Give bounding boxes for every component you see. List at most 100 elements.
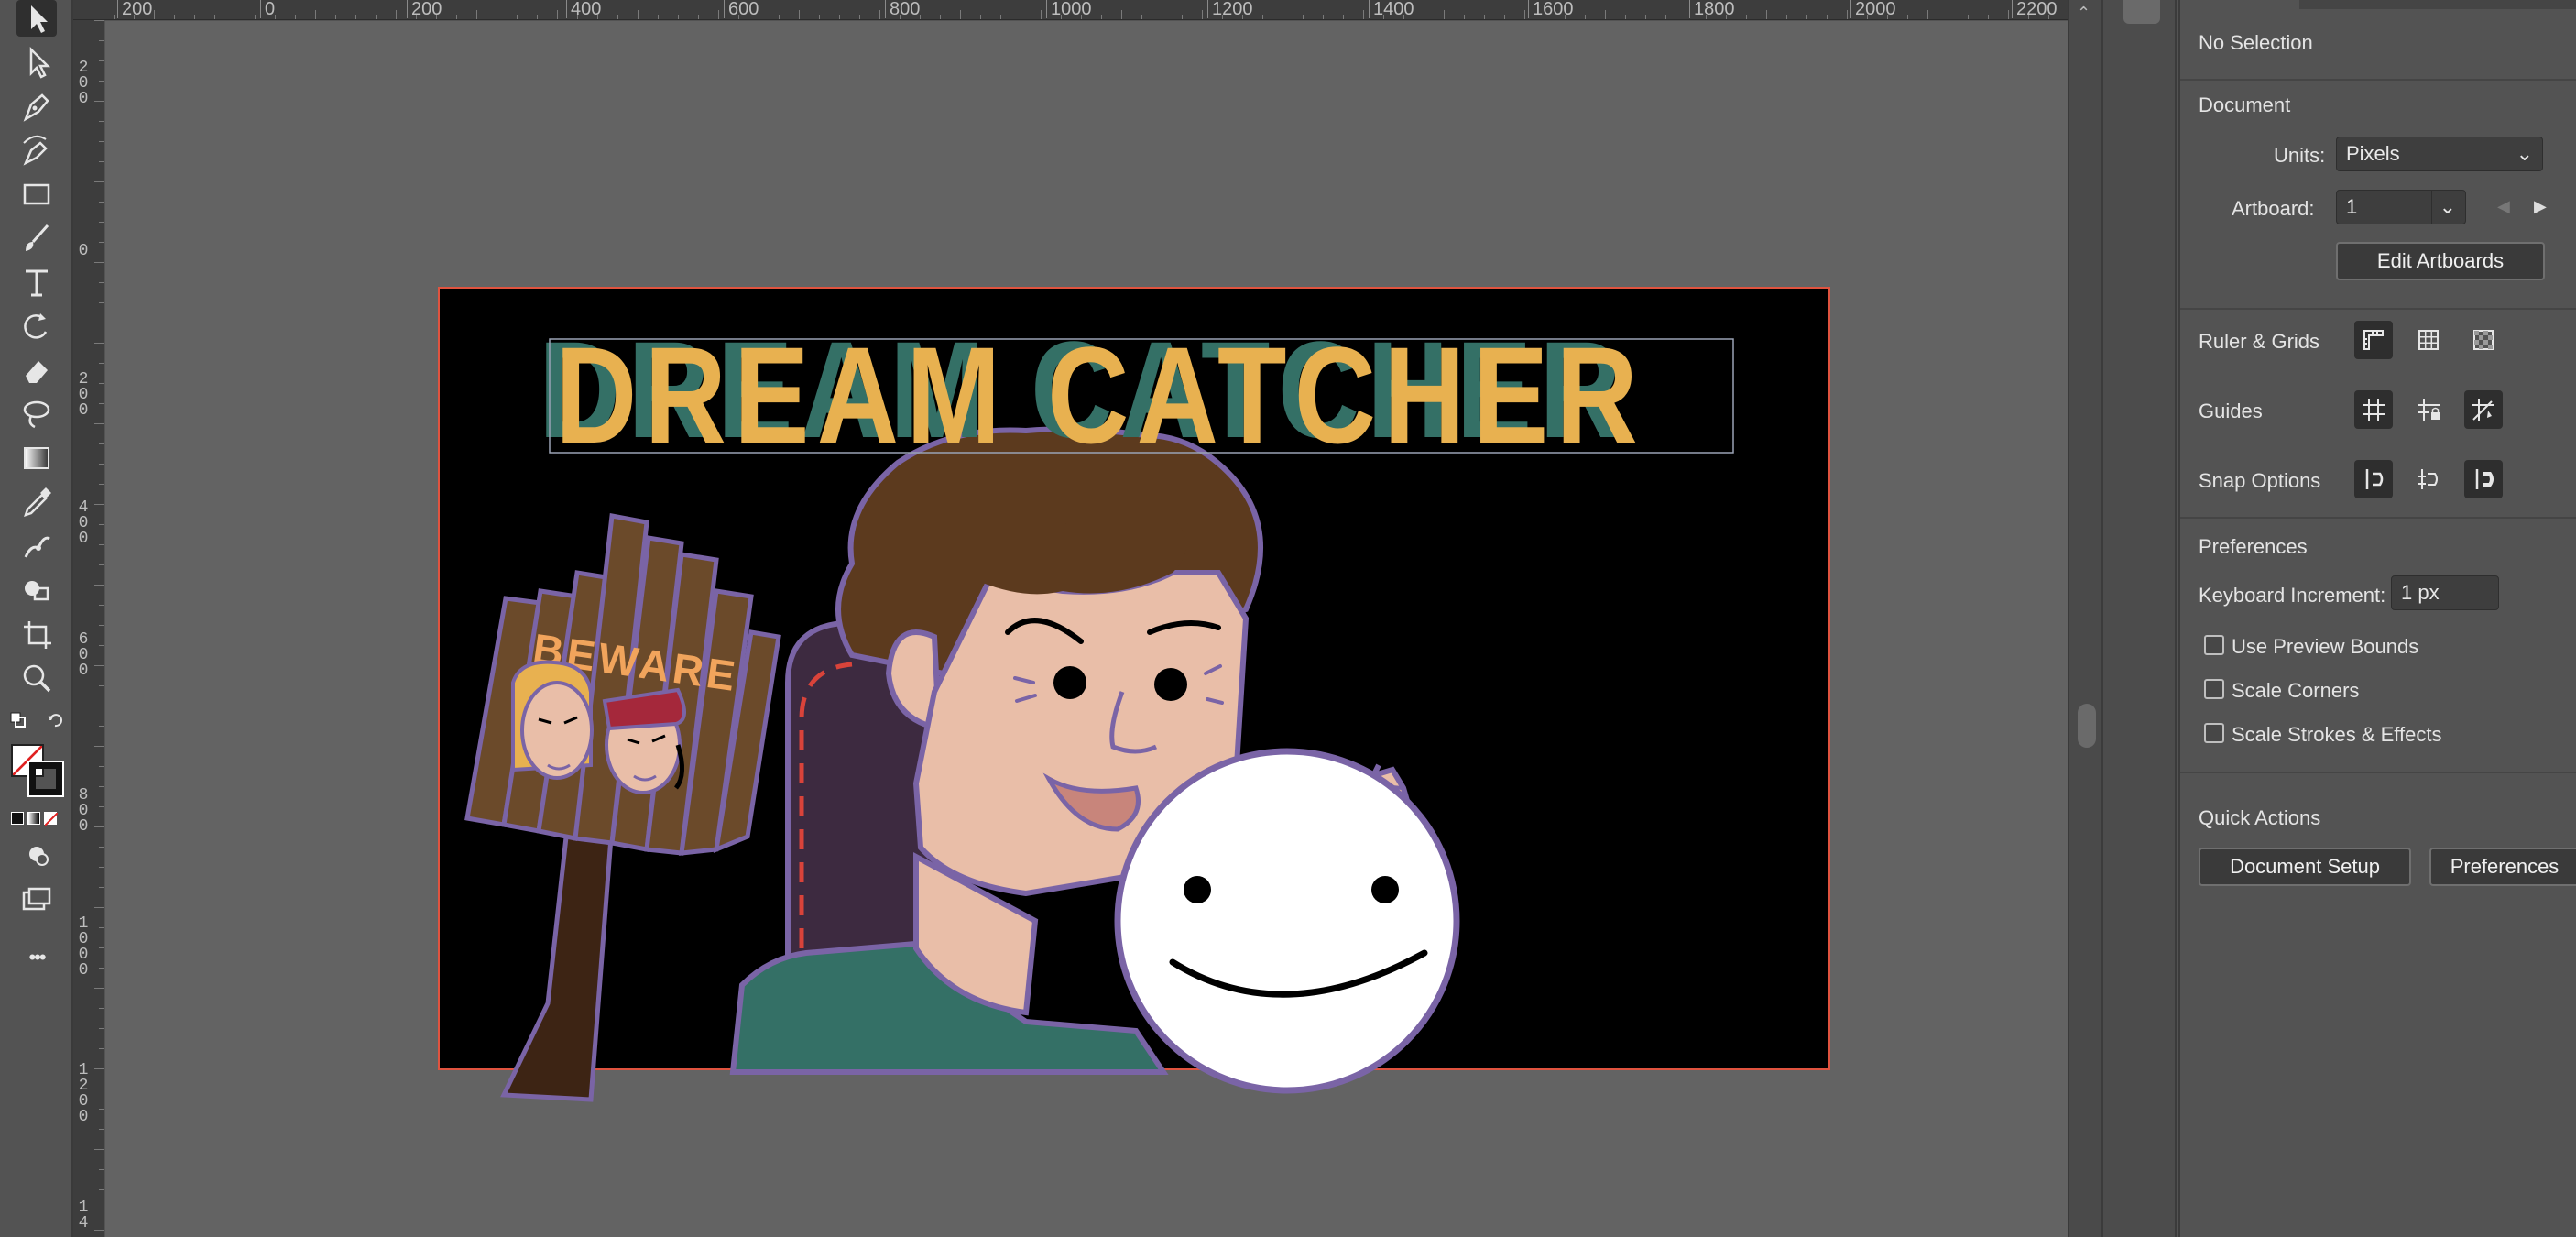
ruler-icon	[2363, 330, 2384, 350]
document-setup-button[interactable]: Document Setup	[2199, 848, 2411, 886]
left-eye	[1053, 666, 1086, 699]
selection-tool[interactable]	[16, 0, 57, 37]
snap-pixel-icon	[2475, 469, 2494, 489]
smart-guides-icon	[2472, 399, 2494, 421]
puppet-warp-tool[interactable]	[16, 528, 57, 564]
next-artboard-icon[interactable]: ▶	[2534, 197, 2547, 216]
pen-icon	[23, 93, 49, 122]
guides-icon	[2363, 399, 2385, 421]
ruler-tick-label: 8 0 0	[78, 786, 89, 836]
transparency-grid-toggle[interactable]	[2464, 321, 2503, 359]
grid-icon	[2418, 330, 2439, 350]
paintbrush-tool[interactable]	[16, 220, 57, 257]
scale-corners-checkbox[interactable]	[2204, 679, 2224, 699]
scroll-up-icon[interactable]: ⌃	[2077, 4, 2090, 23]
eraser-icon	[26, 361, 48, 383]
snap-options-label: Snap Options	[2199, 469, 2321, 492]
ruler-origin[interactable]	[73, 0, 104, 20]
gradient-icon	[24, 447, 49, 469]
scale-strokes-effects-label: Scale Strokes & Effects	[2232, 723, 2442, 746]
artboard-label: Artboard:	[2232, 197, 2315, 220]
edit-artboards-button[interactable]: Edit Artboards	[2336, 242, 2545, 280]
ruler-tick-label: 4 0 0	[78, 498, 89, 548]
transparency-grid-icon	[2473, 330, 2494, 350]
collapsed-panels-strip	[2101, 0, 2177, 1237]
ruler-tick-label: 0	[78, 242, 89, 260]
previous-artboard-icon[interactable]: ◀	[2497, 197, 2510, 216]
lock-guides-toggle[interactable]	[2409, 390, 2448, 429]
grid-toggle[interactable]	[2409, 321, 2448, 359]
smart-guides-toggle[interactable]	[2464, 390, 2503, 429]
pen-tool[interactable]	[16, 88, 57, 125]
puppet-icon	[24, 536, 50, 558]
ruler-tick-label: 400	[566, 0, 601, 18]
ruler-tick-label: 2 0 0	[78, 59, 89, 108]
draw-mode-tool[interactable]	[16, 836, 57, 872]
chevron-down-icon: ⌄	[2516, 142, 2533, 165]
zoom-icon	[23, 664, 51, 693]
draw-mode-icon	[29, 847, 49, 866]
scrollbar-thumb[interactable]	[2078, 704, 2096, 748]
panel-tab-strip	[2299, 0, 2576, 9]
artboard-tool[interactable]	[16, 616, 57, 652]
eyedropper-tool[interactable]	[16, 484, 57, 520]
scale-strokes-effects-checkbox[interactable]	[2204, 723, 2224, 743]
snap-to-grid-toggle[interactable]	[2409, 460, 2448, 498]
divider	[2180, 517, 2576, 519]
keyboard-increment-input[interactable]: 1 px	[2391, 575, 2499, 610]
units-dropdown[interactable]: Pixels ⌄	[2336, 137, 2543, 171]
right-eye	[1154, 668, 1187, 701]
zoom-tool[interactable]	[16, 660, 57, 696]
rectangle-tool[interactable]	[16, 176, 57, 213]
curvature-tool[interactable]	[16, 132, 57, 169]
rotate-tool[interactable]	[16, 308, 57, 345]
type-tool[interactable]	[16, 264, 57, 301]
ruler-tick-label: 800	[885, 0, 920, 18]
snap-to-pixel-toggle[interactable]	[2464, 460, 2503, 498]
use-preview-bounds-checkbox[interactable]	[2204, 635, 2224, 655]
undo-swap-icon[interactable]	[46, 711, 64, 729]
scale-corners-label: Scale Corners	[2232, 679, 2360, 702]
ruler-tick-label: 1800	[1689, 0, 1735, 18]
guides-label: Guides	[2199, 400, 2263, 422]
lasso-tool[interactable]	[16, 396, 57, 432]
hollow-arrow-icon	[29, 46, 51, 79]
screen-mode-tool[interactable]	[16, 881, 57, 918]
swap-fill-stroke-icon[interactable]	[9, 711, 27, 729]
gradient-tool[interactable]	[16, 440, 57, 476]
ruler-tick-label: 1 4	[78, 1199, 89, 1232]
ruler-tick-label: 1000	[1046, 0, 1092, 18]
ruler-tick-label: 2 0 0	[78, 370, 89, 420]
canvas-vertical-scrollbar[interactable]: ⌃	[2068, 0, 2101, 1237]
color-mode-icons[interactable]	[11, 812, 62, 826]
guides-toggle[interactable]	[2354, 390, 2393, 429]
document-heading: Document	[2199, 93, 2291, 116]
ruler-tick-label: 1 2 0 0	[78, 1061, 89, 1126]
title-text: DREAM CATCHER	[555, 318, 1645, 472]
preferences-button[interactable]: Preferences	[2429, 848, 2576, 886]
screen-mode-icon	[22, 887, 51, 911]
shape-builder-icon	[25, 581, 49, 601]
more-tools-button[interactable]: •••	[16, 946, 57, 969]
shape-builder-tool[interactable]	[16, 572, 57, 608]
rotate-icon	[24, 313, 48, 339]
rectangle-icon	[23, 183, 50, 205]
artwork: BEWARE DREAM CATCHER DREAM CATCHER	[464, 312, 1734, 1102]
curvature-icon	[23, 135, 48, 166]
direct-selection-tool[interactable]	[16, 44, 57, 81]
stroke-swatch[interactable]	[27, 761, 64, 797]
units-value: Pixels	[2346, 142, 2400, 165]
eraser-tool[interactable]	[16, 352, 57, 389]
ruler-tick-label: 2000	[1850, 0, 1896, 18]
artboard[interactable]: BEWARE DREAM CATCHER DREAM CATCHER	[438, 287, 1830, 1102]
comments-icon[interactable]	[2123, 0, 2160, 24]
ruler-tick-label: 2200	[2012, 0, 2058, 18]
ruler-tick-label: 0	[260, 0, 275, 18]
artboard-dropdown[interactable]: 1 ⌄	[2336, 190, 2466, 224]
rulers-toggle[interactable]	[2354, 321, 2393, 359]
divider	[2180, 772, 2576, 773]
ruler-tick-label: 1400	[1369, 0, 1414, 18]
snap-to-point-toggle[interactable]	[2354, 460, 2393, 498]
canvas[interactable]: BEWARE DREAM CATCHER DREAM CATCHER	[105, 21, 2068, 1237]
ruler-tick-label: 1200	[1207, 0, 1253, 18]
